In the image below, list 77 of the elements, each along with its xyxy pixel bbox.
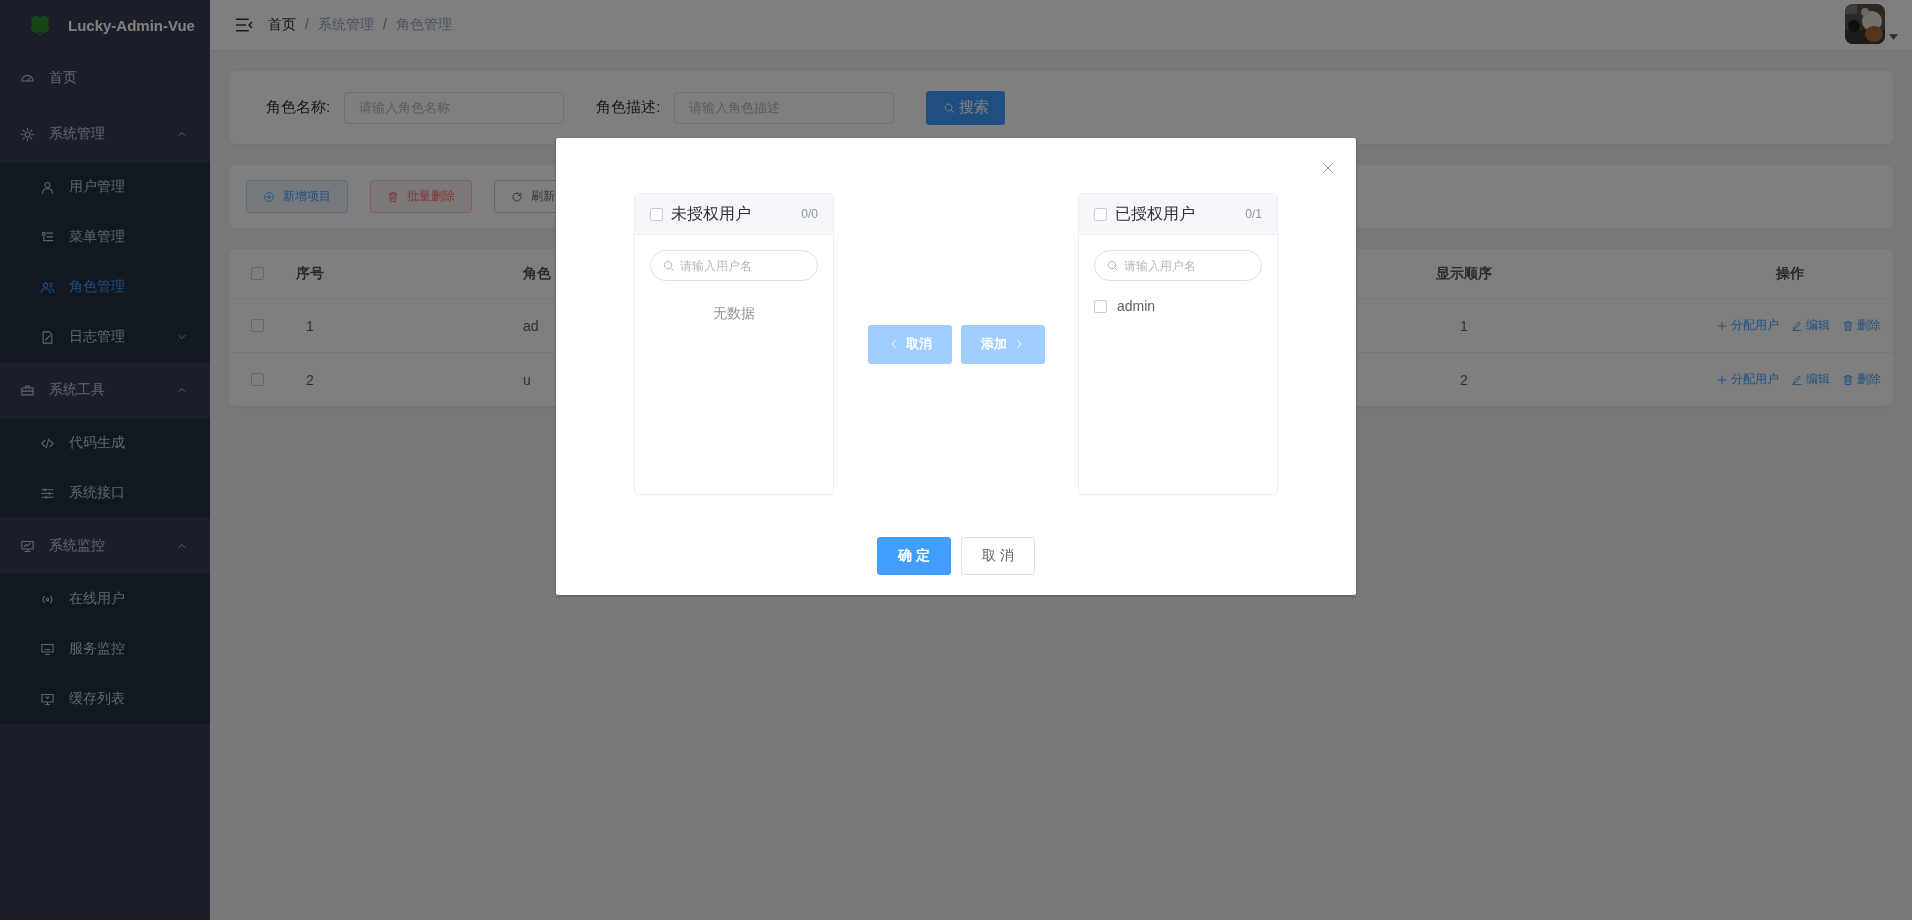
search-icon bbox=[662, 259, 675, 272]
empty-text: 无数据 bbox=[712, 305, 756, 323]
panel-count: 0/0 bbox=[801, 207, 818, 221]
sidebar-item[interactable]: 服务监控 bbox=[0, 624, 210, 674]
search-field[interactable]: 请输入用户名 bbox=[1094, 250, 1262, 281]
panel-title: 已授权用户 bbox=[1115, 203, 1195, 224]
table-cell-text: 2 bbox=[1459, 370, 1469, 390]
column-header: 显示顺序 bbox=[1435, 263, 1493, 283]
table-cell-text: 2 bbox=[305, 370, 315, 390]
trash-icon bbox=[1842, 319, 1854, 332]
assign-link[interactable]: 分配用户 bbox=[1716, 371, 1779, 388]
checkbox[interactable] bbox=[650, 207, 663, 221]
sidebar-item[interactable]: 菜单管理 bbox=[0, 212, 210, 262]
checkbox[interactable] bbox=[1094, 207, 1107, 221]
table-cell-text: 1 bbox=[305, 316, 315, 336]
checkbox[interactable] bbox=[250, 373, 264, 386]
breadcrumb-item[interactable]: 首页 bbox=[268, 16, 296, 34]
user-icon bbox=[40, 179, 55, 195]
pen-icon bbox=[1791, 373, 1803, 386]
assign-link[interactable]: 分配用户 bbox=[1716, 317, 1779, 334]
sidebar-item[interactable]: 系统管理 bbox=[0, 106, 210, 162]
sidebar-item[interactable]: 缓存列表 bbox=[0, 674, 210, 724]
delete-link[interactable]: 删除 bbox=[1842, 317, 1881, 334]
sidebar-item[interactable]: 系统工具 bbox=[0, 362, 210, 418]
sidebar-item[interactable]: 角色管理 bbox=[0, 262, 210, 312]
column-header: 角色 bbox=[523, 264, 551, 283]
close-icon[interactable] bbox=[1320, 160, 1336, 176]
clover-logo-icon bbox=[28, 13, 52, 37]
field-label: 角色名称: bbox=[266, 98, 331, 117]
panel-title: 未授权用户 bbox=[671, 203, 751, 224]
monitor-icon bbox=[40, 641, 55, 657]
trash-icon bbox=[387, 190, 399, 203]
checkbox[interactable] bbox=[250, 319, 264, 332]
search-icon bbox=[1106, 259, 1119, 272]
delete-link[interactable]: 删除 bbox=[1842, 371, 1881, 388]
search-button[interactable]: 搜索 bbox=[926, 90, 1006, 125]
pen-icon bbox=[1791, 319, 1803, 332]
panel-count: 0/1 bbox=[1245, 207, 1262, 221]
menu-icon[interactable] bbox=[234, 15, 254, 35]
gear-icon bbox=[20, 126, 35, 142]
table-cell-text: 1 bbox=[1459, 316, 1469, 336]
trash-icon bbox=[1842, 373, 1854, 386]
sliders-icon bbox=[40, 485, 55, 501]
cancel-button[interactable]: 取 消 bbox=[961, 537, 1035, 575]
edit-link[interactable]: 编辑 bbox=[1791, 371, 1830, 388]
column-header: 序号 bbox=[295, 263, 325, 283]
screen-icon bbox=[40, 691, 55, 707]
refresh-icon bbox=[511, 190, 523, 203]
checkbox[interactable] bbox=[250, 267, 264, 280]
sidebar-item[interactable]: 用户管理 bbox=[0, 162, 210, 212]
search-icon bbox=[942, 101, 955, 114]
search-field[interactable]: 请输入用户名 bbox=[650, 250, 818, 281]
sidebar-item[interactable]: 首页 bbox=[0, 50, 210, 106]
sidebar-item[interactable]: 在线用户 bbox=[0, 574, 210, 624]
plus-icon bbox=[1716, 319, 1728, 332]
list-item[interactable]: admin bbox=[1117, 298, 1156, 314]
users-icon bbox=[40, 279, 55, 295]
breadcrumb-separator: / bbox=[305, 16, 309, 34]
sidebar-item[interactable]: 系统监控 bbox=[0, 518, 210, 574]
breadcrumb-separator: / bbox=[382, 16, 387, 34]
delete-button[interactable]: 批量删除 bbox=[370, 180, 472, 213]
add-button[interactable]: 新增项目 bbox=[246, 180, 348, 213]
checkbox[interactable] bbox=[1094, 299, 1107, 313]
confirm-button[interactable]: 确 定 bbox=[877, 537, 951, 575]
field-label: 角色描述: bbox=[596, 98, 661, 117]
table-cell: u bbox=[523, 371, 531, 388]
toolbox-icon bbox=[20, 382, 35, 398]
app-title: Lucky-Admin-Vue bbox=[68, 16, 195, 34]
sidebar-item[interactable]: 代码生成 bbox=[0, 418, 210, 468]
column-header: 操作 bbox=[1775, 263, 1805, 283]
edit-link[interactable]: 编辑 bbox=[1791, 317, 1830, 334]
plus-icon bbox=[1716, 373, 1728, 386]
monitor-chart-icon bbox=[20, 538, 35, 554]
table-cell: ad bbox=[523, 317, 539, 334]
sidebar-item[interactable]: 日志管理 bbox=[0, 312, 210, 362]
caret-icon[interactable] bbox=[1889, 34, 1898, 40]
note-edit-icon bbox=[40, 329, 55, 345]
